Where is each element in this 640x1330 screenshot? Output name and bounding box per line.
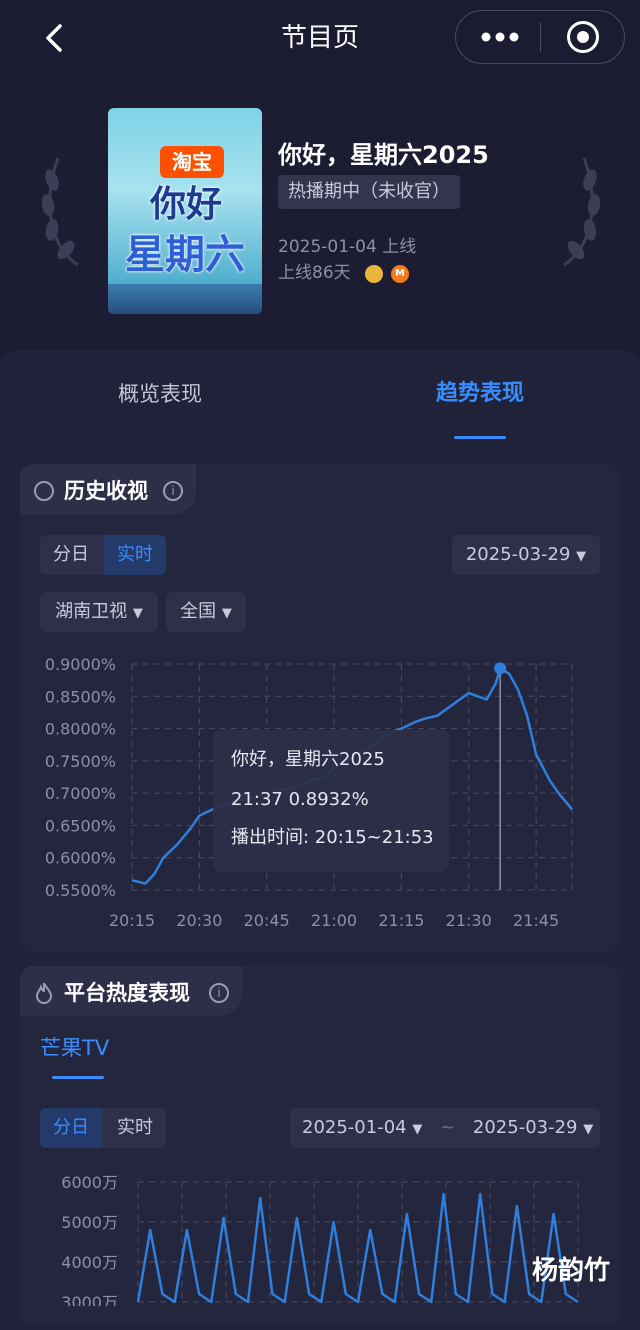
tooltip-title: 你好，星期六2025 <box>231 749 385 770</box>
status-badge: 热播期中（未收官） <box>278 175 460 209</box>
x-tick-label: 21:15 <box>378 911 424 930</box>
y-tick-label: 5000万 <box>61 1213 118 1232</box>
y-tick-label: 0.7000% <box>45 784 116 803</box>
release-date: 2025-01-04 上线 <box>278 237 417 257</box>
caret-down-icon: ▼ <box>221 606 232 621</box>
y-tick-label: 3000万 <box>61 1293 118 1306</box>
seg-daily[interactable]: 分日 <box>40 1108 102 1148</box>
tab-trend[interactable]: 趋势表现 <box>380 376 580 412</box>
date-picker[interactable]: 2025-03-29 ▼ <box>452 535 600 575</box>
sub-tab-indicator <box>52 1076 104 1079</box>
x-tick-label: 21:00 <box>311 911 357 930</box>
y-tick-label: 0.5500% <box>45 881 116 900</box>
date-value: 2025-03-29 <box>465 544 571 565</box>
caret-down-icon: ▼ <box>583 1122 594 1137</box>
region-value: 全国 <box>180 601 217 622</box>
y-tick-label: 0.7500% <box>45 752 116 771</box>
seg-daily[interactable]: 分日 <box>40 535 102 575</box>
seg-realtime[interactable]: 实时 <box>104 1108 166 1148</box>
region-select[interactable]: 全国 ▼ <box>166 592 246 632</box>
y-tick-label: 6000万 <box>61 1173 118 1192</box>
tab-mgtv[interactable]: 芒果TV <box>40 1032 109 1064</box>
highlight-point <box>494 662 507 675</box>
tab-overview[interactable]: 概览表现 <box>60 376 260 412</box>
flame-icon <box>35 982 53 1004</box>
x-tick-label: 21:30 <box>446 911 492 930</box>
x-tick-label: 20:15 <box>109 911 155 930</box>
y-tick-label: 0.6000% <box>45 849 116 868</box>
y-tick-label: 0.6500% <box>45 816 116 835</box>
platform-mgtv-icon: M <box>391 265 409 283</box>
y-tick-label: 0.9000% <box>45 655 116 674</box>
laurel-right-icon <box>563 157 601 267</box>
date-separator: ~ <box>440 1117 456 1138</box>
date-from: 2025-01-04 <box>302 1117 407 1138</box>
date-range-picker[interactable]: 2025-01-04 ▼ ~ 2025-03-29 ▼ <box>290 1108 600 1148</box>
y-tick-label: 0.8500% <box>45 687 116 706</box>
close-button[interactable] <box>567 21 599 53</box>
more-dots-icon <box>481 32 519 42</box>
days-online: 上线86天 <box>278 263 351 283</box>
caret-down-icon: ▼ <box>412 1122 423 1137</box>
taobao-logo: 淘宝 <box>160 146 224 178</box>
caret-down-icon: ▼ <box>576 549 587 564</box>
ratings-icon <box>34 481 54 501</box>
capsule-divider <box>540 22 541 52</box>
y-tick-label: 4000万 <box>61 1253 118 1272</box>
tab-active-indicator <box>454 436 506 439</box>
poster-title-line2: 星期六 <box>125 232 245 278</box>
info-icon[interactable]: i <box>209 983 229 1003</box>
y-tick-label: 0.8000% <box>45 720 116 739</box>
platform-hunan-icon <box>365 265 383 283</box>
tooltip-value: 21:37 0.8932% <box>231 789 369 810</box>
platform-title: 平台热度表现 <box>64 981 190 1005</box>
poster-title-line1: 你好 <box>149 184 222 225</box>
date-to: 2025-03-29 <box>472 1117 578 1138</box>
laurel-left-icon <box>41 157 79 267</box>
tooltip-airtime: 播出时间: 20:15~21:53 <box>231 827 434 848</box>
x-tick-label: 21:45 <box>513 911 559 930</box>
x-tick-label: 20:30 <box>176 911 222 930</box>
more-button[interactable] <box>476 22 524 52</box>
channel-select[interactable]: 湖南卫视 ▼ <box>40 592 158 632</box>
poster-stage <box>108 284 262 314</box>
seg-realtime[interactable]: 实时 <box>104 535 166 575</box>
watermark: 杨韵竹 <box>532 1256 611 1286</box>
info-icon[interactable]: i <box>163 481 183 501</box>
caret-down-icon: ▼ <box>132 606 143 621</box>
x-tick-label: 20:45 <box>244 911 290 930</box>
show-poster[interactable]: 淘宝 你好 星期六 <box>108 108 262 314</box>
show-name: 你好，星期六2025 <box>278 141 489 169</box>
history-title: 历史收视 <box>64 479 148 503</box>
channel-value: 湖南卫视 <box>55 601 128 622</box>
